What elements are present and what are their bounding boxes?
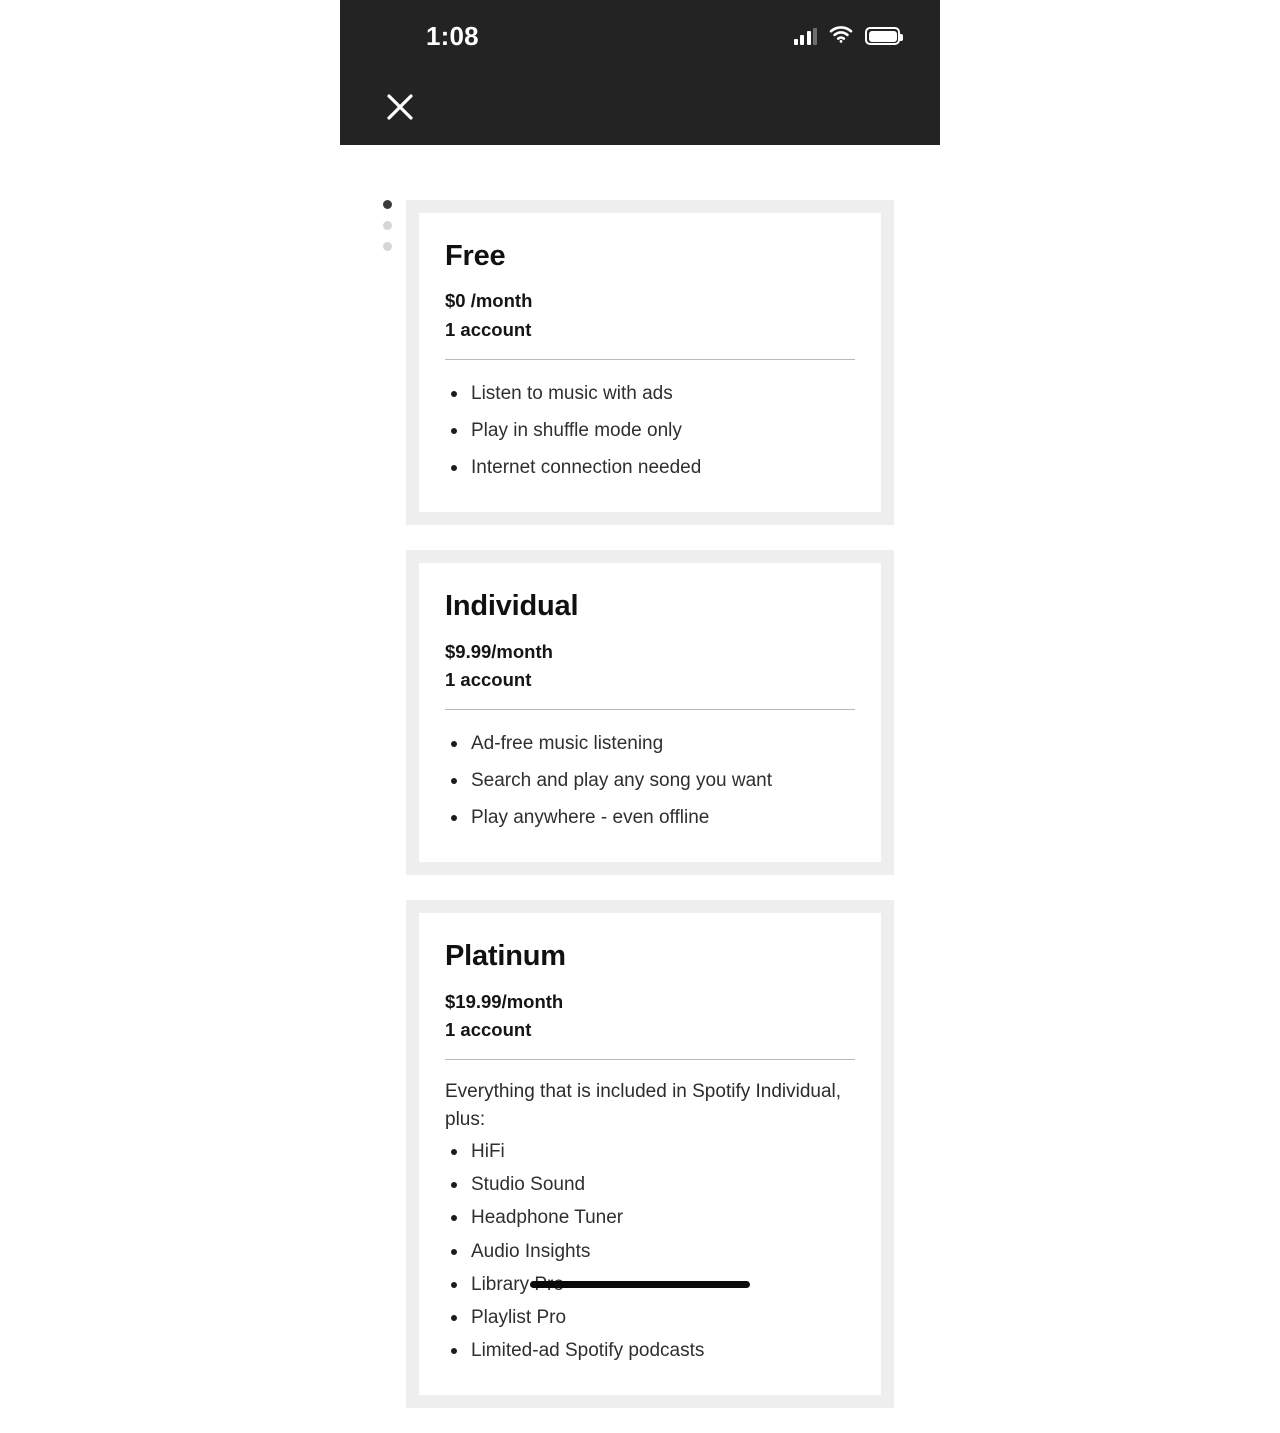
- plan-card-individual[interactable]: Individual $9.99/month 1 account Ad-free…: [406, 550, 894, 876]
- wifi-icon: [829, 25, 853, 48]
- plan-accounts: 1 account: [445, 1019, 532, 1041]
- status-bar-icons: [793, 25, 903, 48]
- phone-screen: 1:08 Free $0 /month 1 account Listen to …: [0, 0, 1280, 1408]
- plan-feature-item: Studio Sound: [445, 1171, 855, 1199]
- plan-card-free[interactable]: Free $0 /month 1 account Listen to music…: [406, 200, 894, 526]
- plan-accounts: 1 account: [445, 669, 532, 691]
- plan-divider: [445, 358, 855, 360]
- plan-feature-item: Headphone Tuner: [445, 1204, 855, 1232]
- status-bar-time: 1:08: [426, 21, 479, 51]
- carousel-pagination-dots: [380, 200, 394, 251]
- nav-bar: [340, 72, 940, 145]
- plan-feature-item: Play anywhere - even offline: [445, 804, 855, 832]
- plan-card-inner: Platinum $19.99/month 1 account Everythi…: [419, 913, 881, 1395]
- signal-bars-icon: [793, 27, 817, 45]
- carousel-dot-1[interactable]: [382, 200, 392, 209]
- plan-feature-item: Play in shuffle mode only: [445, 417, 855, 445]
- plan-feature-item: Limited-ad Spotify podcasts: [445, 1337, 855, 1365]
- plan-feature-item: Audio Insights: [445, 1238, 855, 1266]
- plan-card-platinum[interactable]: Platinum $19.99/month 1 account Everythi…: [406, 900, 894, 1408]
- app-header: 1:08: [340, 0, 940, 145]
- plan-feature-list: HiFi Studio Sound Headphone Tuner Audio …: [445, 1138, 855, 1365]
- plan-accounts: 1 account: [445, 319, 532, 341]
- plan-card-inner: Free $0 /month 1 account Listen to music…: [419, 213, 881, 513]
- status-bar: 1:08: [340, 0, 940, 72]
- plan-title: Platinum: [445, 940, 566, 973]
- plan-feature-item: Playlist Pro: [445, 1304, 855, 1332]
- plan-divider: [445, 1059, 855, 1060]
- battery-icon: [865, 27, 903, 45]
- home-indicator[interactable]: [530, 1281, 750, 1288]
- plan-price: $19.99/month: [445, 990, 564, 1012]
- plan-feature-list: Ad-free music listening Search and play …: [445, 730, 855, 832]
- plan-card-inner: Individual $9.99/month 1 account Ad-free…: [419, 563, 881, 863]
- carousel-dot-3[interactable]: [382, 242, 392, 251]
- plan-feature-item: Ad-free music listening: [445, 730, 855, 758]
- plan-price: $9.99/month: [445, 640, 553, 662]
- plan-divider: [445, 708, 855, 710]
- plan-price: $0 /month: [445, 290, 533, 312]
- plan-list: Free $0 /month 1 account Listen to music…: [406, 200, 894, 1433]
- plan-feature-item: Search and play any song you want: [445, 767, 855, 795]
- plan-title: Individual: [445, 590, 579, 623]
- close-x-icon[interactable]: [382, 89, 418, 125]
- plan-feature-item: Internet connection needed: [445, 454, 855, 482]
- plan-title: Free: [445, 240, 506, 272]
- plan-feature-item: HiFi: [445, 1138, 855, 1166]
- plan-intro-text: Everything that is included in Spotify I…: [445, 1081, 842, 1131]
- carousel-dot-2[interactable]: [382, 221, 392, 230]
- plan-feature-list: Listen to music with ads Play in shuffle…: [445, 380, 855, 482]
- plan-feature-item: Listen to music with ads: [445, 380, 855, 408]
